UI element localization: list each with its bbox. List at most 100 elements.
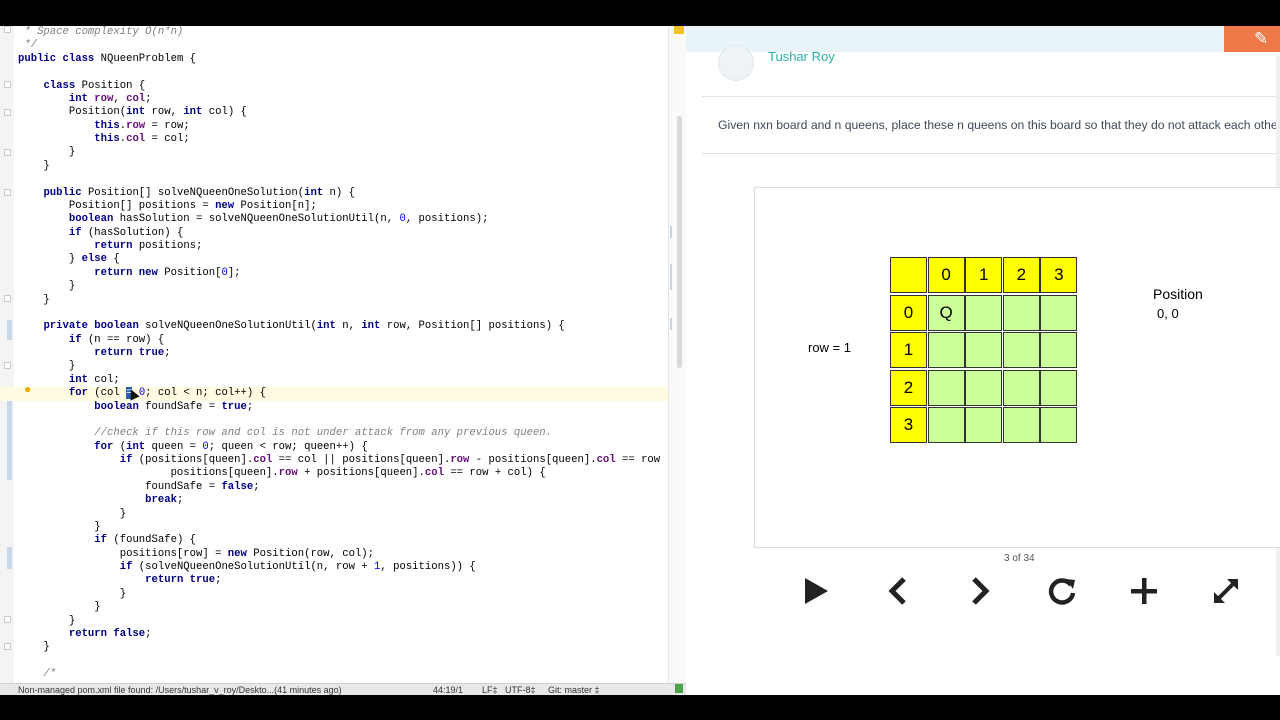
edit-tab[interactable]: ✎ (1224, 26, 1280, 52)
fold-icon[interactable] (4, 26, 11, 33)
previous-button[interactable] (879, 571, 919, 611)
status-vcs-branch[interactable]: Git: master ‡ (548, 684, 600, 695)
code-line[interactable]: } (18, 615, 686, 628)
code-token: col (424, 467, 444, 480)
status-message[interactable]: Non-managed pom.xml file found: /Users/t… (18, 684, 342, 695)
fold-icon[interactable] (4, 149, 11, 156)
code-line[interactable]: } (18, 521, 686, 534)
code-token: this (94, 119, 120, 132)
fold-icon[interactable] (4, 295, 11, 302)
board-row-header: 0 (890, 294, 927, 331)
code-line[interactable]: for (col = 0; col < n; col++) { (0, 387, 668, 401)
code-token: + positions[queen]. (297, 467, 425, 480)
code-token: int (316, 320, 343, 333)
code-token: row (278, 467, 298, 480)
code-line[interactable]: } (18, 146, 686, 159)
code-editor[interactable]: * Space complexity O(n*n) */public class… (0, 26, 686, 695)
code-line[interactable]: int row, col; (18, 93, 686, 106)
code-token: return true (94, 347, 165, 359)
code-line[interactable]: positions[queen].row + positions[queen].… (18, 467, 686, 480)
code-line[interactable]: return true; (18, 574, 686, 587)
fold-icon[interactable] (4, 643, 11, 650)
fullscreen-button[interactable] (1206, 571, 1246, 611)
margin-marker[interactable] (670, 226, 672, 238)
code-line[interactable]: if (n == row) { (18, 334, 686, 347)
board-column-header: 1 (965, 257, 1003, 293)
code-line[interactable]: } (18, 508, 686, 521)
code-line[interactable]: } (18, 641, 686, 654)
code-line[interactable]: boolean foundSafe = true; (18, 401, 686, 414)
code-line[interactable]: return new Position[0]; (18, 267, 686, 280)
avatar[interactable] (718, 45, 754, 81)
editor-scrollbar[interactable] (677, 116, 682, 368)
next-button[interactable] (959, 571, 999, 611)
code-line[interactable]: break; (18, 494, 686, 507)
code-line[interactable]: } else { (18, 253, 686, 266)
code-line[interactable]: //check if this row and col is not under… (18, 427, 686, 440)
code-line[interactable]: positions[row] = new Position(row, col); (18, 548, 686, 561)
code-line[interactable]: private boolean solveNQueenOneSolutionUt… (18, 320, 686, 333)
change-marker (7, 547, 12, 569)
play-button[interactable] (796, 571, 836, 611)
code-line[interactable]: * Space complexity O(n*n) (18, 26, 686, 39)
code-token: row (126, 119, 146, 132)
code-line[interactable]: for (int queen = 0; queen < row; queen++… (18, 441, 686, 454)
code-line[interactable]: Position[] positions = new Position[n]; (18, 200, 686, 213)
code-line[interactable] (18, 307, 686, 320)
code-line[interactable]: if (positions[queen].col == col || posit… (18, 454, 686, 467)
fold-icon[interactable] (4, 362, 11, 369)
code-line[interactable]: this.row = row; (18, 120, 686, 133)
code-line[interactable] (18, 173, 686, 186)
replay-button[interactable] (1042, 571, 1082, 611)
code-line[interactable]: this.col = col; (18, 133, 686, 146)
code-line[interactable]: } (18, 601, 686, 614)
add-button[interactable] (1124, 571, 1164, 611)
code-line[interactable]: public class NQueenProblem { (18, 53, 686, 66)
fold-icon[interactable] (4, 189, 11, 196)
code-token: (positions[queen]. (138, 454, 254, 466)
code-line[interactable]: */ (18, 39, 686, 52)
code-token: new (227, 547, 254, 560)
code-line[interactable] (18, 655, 686, 668)
code-line[interactable] (18, 66, 686, 79)
code-line[interactable]: foundSafe = false; (18, 481, 686, 494)
fold-icon[interactable] (4, 616, 11, 623)
replay-icon (1048, 578, 1076, 605)
warning-marker[interactable] (674, 26, 684, 34)
margin-marker[interactable] (670, 318, 672, 330)
code-line[interactable]: return true; (18, 347, 686, 360)
fold-icon[interactable] (4, 81, 11, 88)
code-line[interactable]: /* (18, 668, 686, 681)
code-line[interactable]: boolean hasSolution = solveNQueenOneSolu… (18, 213, 686, 226)
code-line[interactable]: int col; (18, 374, 686, 387)
status-position[interactable]: 44:19/1 (433, 684, 463, 695)
margin-marker[interactable] (670, 264, 672, 290)
code-area[interactable]: * Space complexity O(n*n) */public class… (0, 26, 686, 681)
fold-icon[interactable] (4, 109, 11, 116)
slide-counter: 3 of 34 (1004, 553, 1035, 564)
code-line[interactable]: if (foundSafe) { (18, 534, 686, 547)
status-encoding[interactable]: UTF-8‡ (505, 684, 536, 695)
code-line[interactable]: } (18, 294, 686, 307)
author-name[interactable]: Tushar Roy (768, 49, 835, 64)
code-line[interactable]: Position(int row, int col) { (18, 106, 686, 119)
code-line[interactable]: } (18, 360, 686, 373)
code-line[interactable]: } (18, 588, 686, 601)
code-line[interactable]: class Position { (18, 80, 686, 93)
code-line[interactable]: } (18, 160, 686, 173)
code-line[interactable] (18, 414, 686, 427)
code-line[interactable]: if (hasSolution) { (18, 227, 686, 240)
code-token: (n == row) { (87, 333, 165, 346)
lightbulb-icon[interactable]: ● (24, 382, 31, 396)
code-line[interactable]: public Position[] solveNQueenOneSolution… (18, 187, 686, 200)
code-line[interactable]: return positions; (18, 240, 686, 253)
code-line[interactable]: if (solveNQueenOneSolutionUtil(n, row + … (18, 561, 686, 574)
code-line[interactable]: return false; (18, 628, 686, 641)
code-line[interactable]: } (18, 280, 686, 293)
code-token: row, Position[] positions) { (386, 320, 565, 333)
status-line-separator[interactable]: LF‡ (482, 684, 498, 695)
code-token: return false (68, 627, 146, 640)
